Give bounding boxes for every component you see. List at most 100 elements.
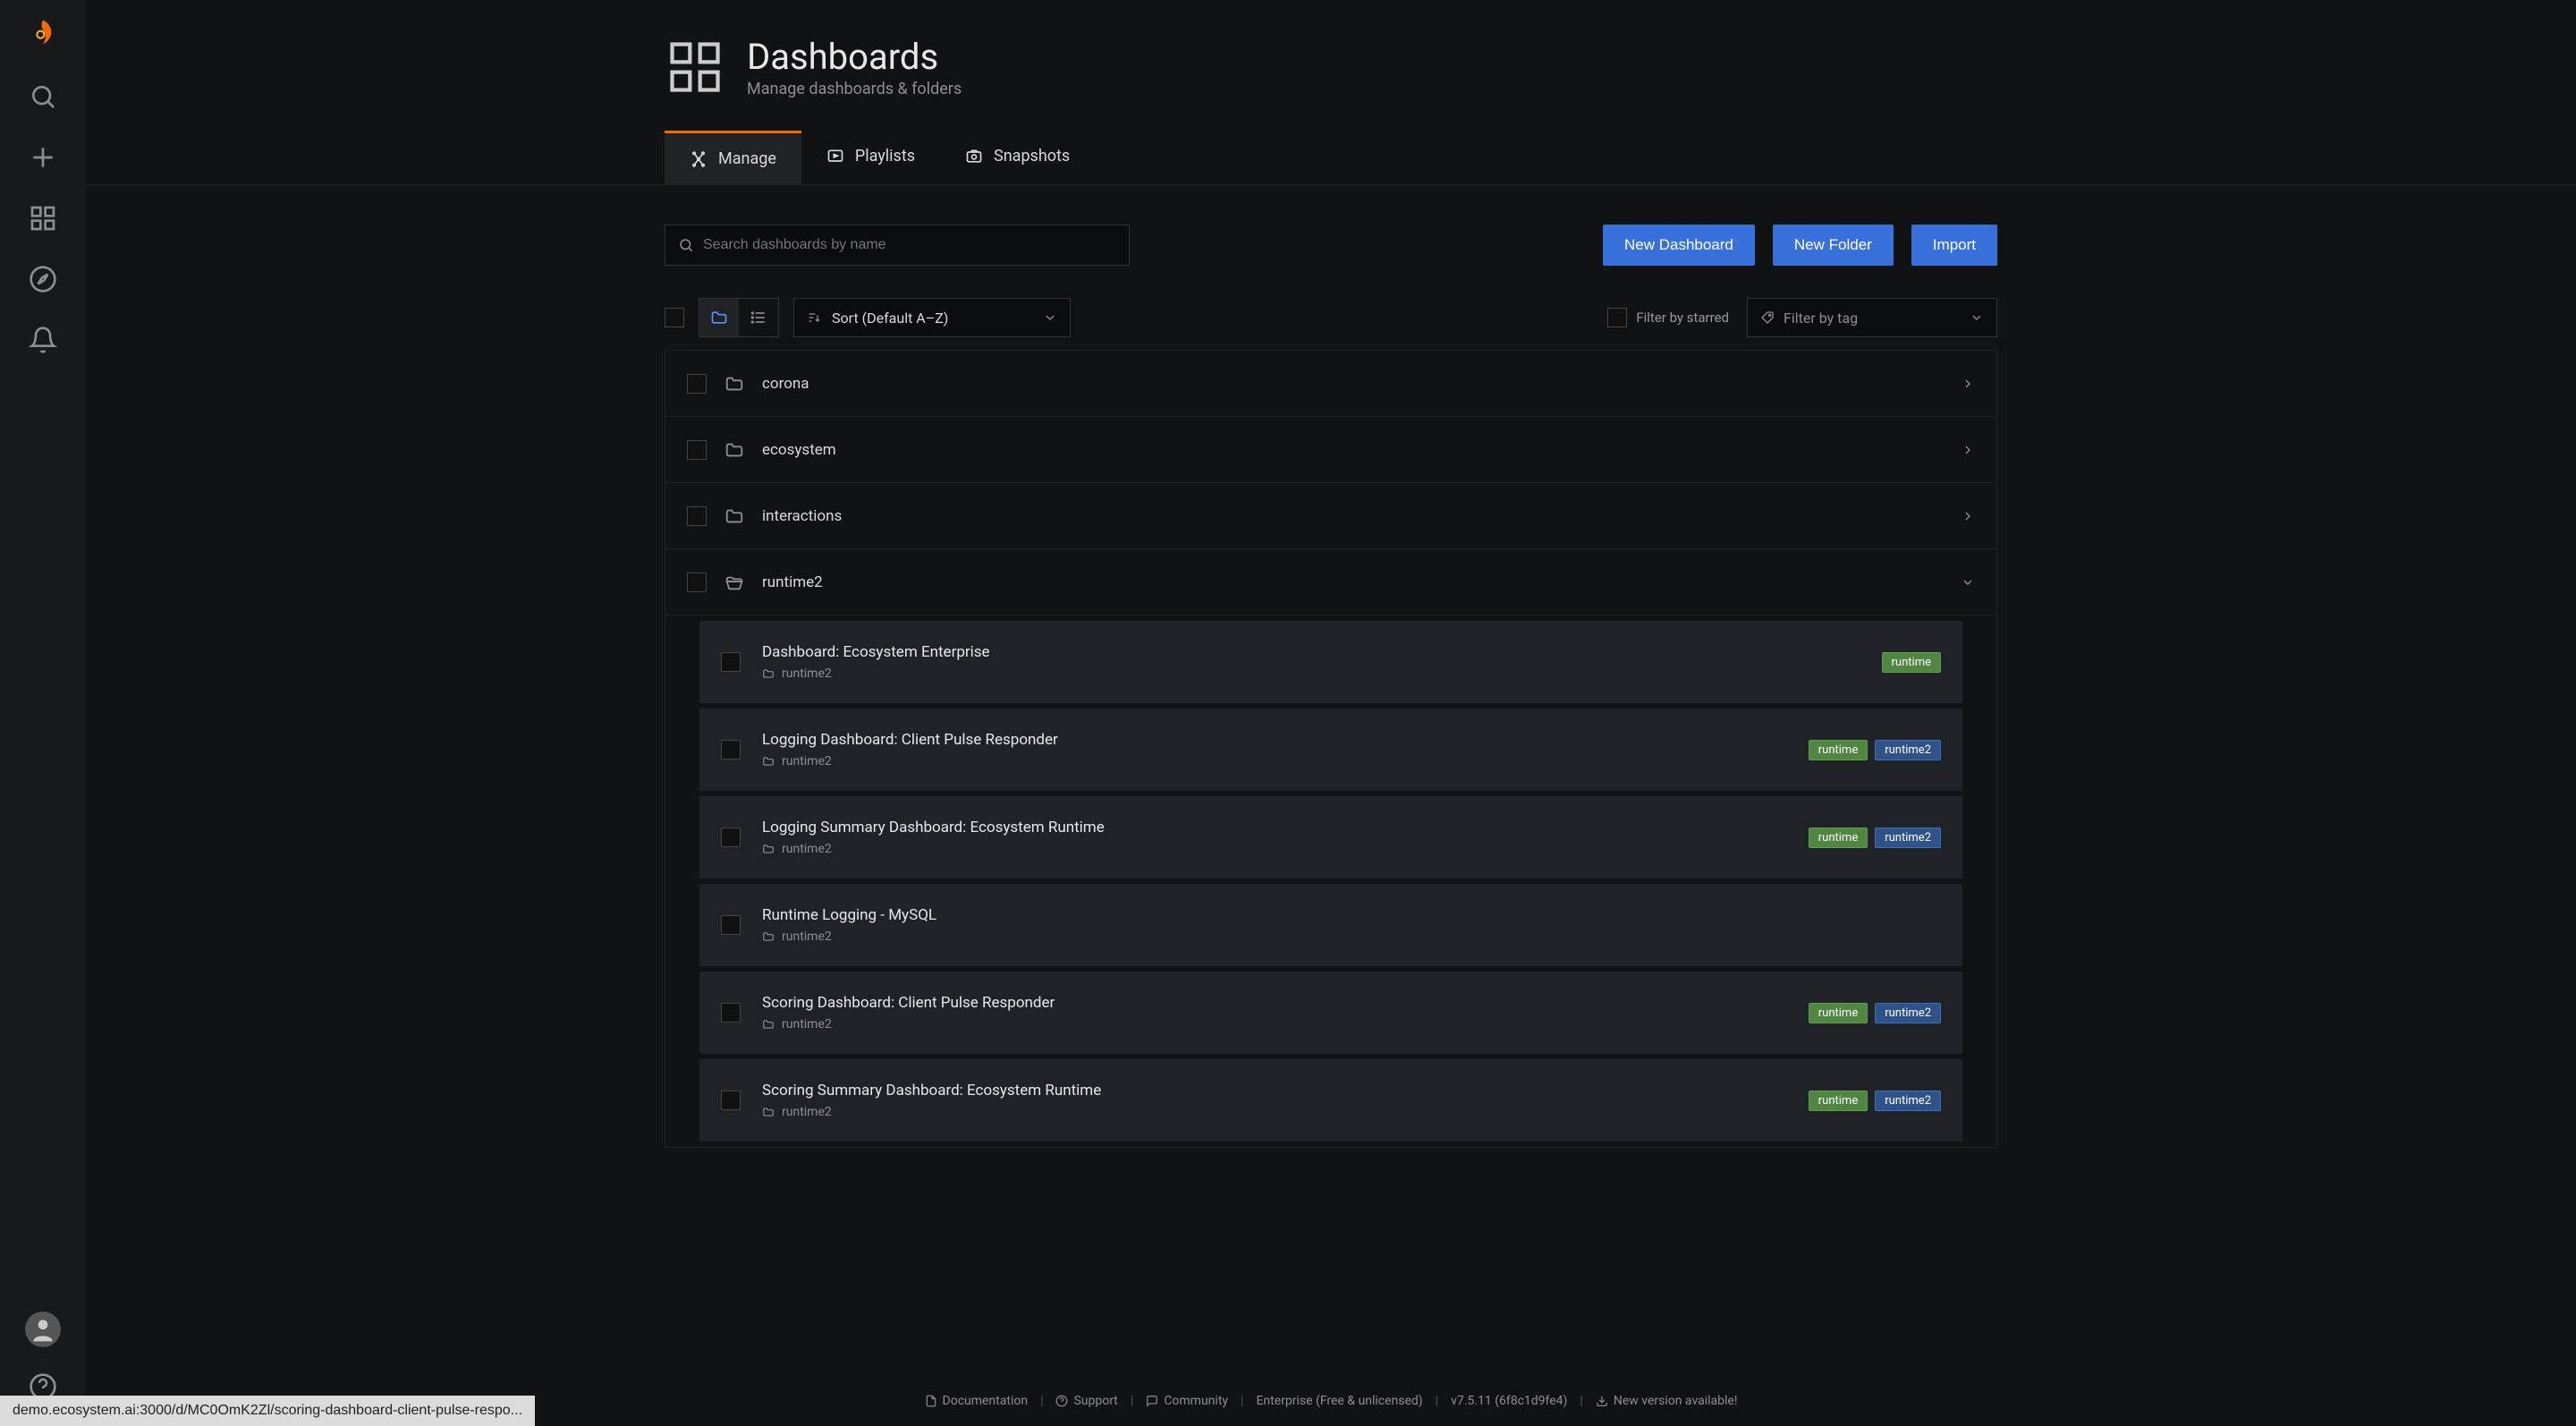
dashboard-tags: runtime xyxy=(1882,652,1941,673)
dashboard-row[interactable]: Scoring Summary Dashboard: Ecosystem Run… xyxy=(699,1059,1962,1142)
tag-badge[interactable]: runtime xyxy=(1809,740,1868,760)
tag-filter-select[interactable]: Filter by tag xyxy=(1747,298,1997,337)
tab-manage-label: Manage xyxy=(718,149,776,168)
folder-checkbox[interactable] xyxy=(687,374,707,394)
explore-nav-icon[interactable] xyxy=(21,258,64,301)
sort-select[interactable]: Sort (Default A–Z) xyxy=(793,298,1071,337)
dashboard-title: Runtime Logging - MySQL xyxy=(762,906,1919,924)
tab-manage[interactable]: Manage xyxy=(665,131,801,184)
dashboard-folder-label: runtime2 xyxy=(762,1105,1787,1119)
footer-docs[interactable]: Documentation xyxy=(925,1394,1029,1408)
create-nav-icon[interactable] xyxy=(21,136,64,179)
folder-icon xyxy=(710,309,728,327)
tag-badge[interactable]: runtime2 xyxy=(1875,1003,1941,1023)
dashboard-checkbox[interactable] xyxy=(721,915,741,935)
filter-starred[interactable]: Filter by starred xyxy=(1607,308,1729,327)
tag-badge[interactable]: runtime2 xyxy=(1875,828,1941,848)
dashboard-list: corona ecosystem interactions xyxy=(665,350,1997,1148)
sidebar xyxy=(0,0,86,1426)
tab-playlists-label: Playlists xyxy=(855,147,915,166)
dashboard-row[interactable]: Logging Dashboard: Client Pulse Responde… xyxy=(699,709,1962,791)
dashboard-folder-label: runtime2 xyxy=(762,842,1787,856)
view-list-toggle[interactable] xyxy=(739,299,778,336)
dashboard-tags: runtime runtime2 xyxy=(1809,740,1941,760)
dashboard-folder-label: runtime2 xyxy=(762,754,1787,768)
folder-icon xyxy=(724,374,744,394)
dashboard-tags: runtime runtime2 xyxy=(1809,1003,1941,1023)
url-status-tooltip: demo.ecosystem.ai:3000/d/MC0OmK2Zl/scori… xyxy=(0,1396,535,1426)
folder-name: corona xyxy=(762,375,809,393)
new-folder-button[interactable]: New Folder xyxy=(1773,225,1894,266)
dashboards-nav-icon[interactable] xyxy=(21,197,64,240)
search-input-wrapper[interactable] xyxy=(665,225,1130,266)
dashboard-row[interactable]: Logging Summary Dashboard: Ecosystem Run… xyxy=(699,796,1962,879)
dashboard-title: Logging Summary Dashboard: Ecosystem Run… xyxy=(762,819,1787,836)
import-button[interactable]: Import xyxy=(1911,225,1997,266)
dashboard-row[interactable]: Runtime Logging - MySQL runtime2 xyxy=(699,884,1962,966)
view-folder-toggle[interactable] xyxy=(699,299,739,336)
folder-row[interactable]: ecosystem xyxy=(665,417,1996,483)
tag-filter-placeholder: Filter by tag xyxy=(1784,310,1858,327)
tab-snapshots-label: Snapshots xyxy=(994,147,1070,166)
search-nav-icon[interactable] xyxy=(21,75,64,118)
folder-icon xyxy=(724,440,744,460)
dashboard-title: Logging Dashboard: Client Pulse Responde… xyxy=(762,731,1787,749)
dashboard-checkbox[interactable] xyxy=(721,740,741,760)
tabs: Manage Playlists Snapshots xyxy=(665,131,1997,184)
dashboard-title: Scoring Summary Dashboard: Ecosystem Run… xyxy=(762,1082,1787,1099)
select-all-checkbox[interactable] xyxy=(665,308,684,327)
filter-starred-label: Filter by starred xyxy=(1636,310,1729,326)
footer-support[interactable]: Support xyxy=(1055,1394,1117,1408)
tab-snapshots[interactable]: Snapshots xyxy=(940,131,1095,184)
tag-badge[interactable]: runtime2 xyxy=(1875,740,1941,760)
dashboard-folder-label: runtime2 xyxy=(762,929,1919,944)
search-input[interactable] xyxy=(703,237,1116,253)
folder-open-icon xyxy=(724,573,744,592)
tab-playlists[interactable]: Playlists xyxy=(801,131,940,184)
tag-badge[interactable]: runtime xyxy=(1809,1003,1868,1023)
tag-badge[interactable]: runtime xyxy=(1809,1091,1868,1111)
sort-label: Sort (Default A–Z) xyxy=(832,310,948,327)
footer-version: v7.5.11 (6f8c1d9fe4) xyxy=(1451,1394,1567,1408)
footer-new-version[interactable]: New version available! xyxy=(1596,1394,1738,1408)
search-icon xyxy=(678,237,694,253)
dashboard-tags: runtime runtime2 xyxy=(1809,1091,1941,1111)
dashboard-checkbox[interactable] xyxy=(721,1091,741,1110)
folder-name: ecosystem xyxy=(762,441,836,459)
grafana-logo[interactable] xyxy=(25,14,61,50)
page-subtitle: Manage dashboards & folders xyxy=(747,80,962,98)
chevron-right-icon xyxy=(1961,509,1975,523)
dashboard-title: Dashboard: Ecosystem Enterprise xyxy=(762,643,1860,661)
folder-name: runtime2 xyxy=(762,573,823,591)
dashboard-checkbox[interactable] xyxy=(721,1003,741,1023)
dashboards-header-icon xyxy=(665,37,725,98)
tag-badge[interactable]: runtime xyxy=(1882,652,1941,673)
dashboard-title: Scoring Dashboard: Client Pulse Responde… xyxy=(762,994,1787,1012)
footer-enterprise: Enterprise (Free & unlicensed) xyxy=(1256,1394,1422,1408)
folder-name: interactions xyxy=(762,507,842,525)
page-title: Dashboards xyxy=(747,36,962,78)
chevron-right-icon xyxy=(1961,377,1975,391)
dashboard-row[interactable]: Dashboard: Ecosystem Enterpriseruntime2r… xyxy=(699,621,1962,703)
user-avatar[interactable] xyxy=(25,1311,61,1347)
tag-badge[interactable]: runtime2 xyxy=(1875,1091,1941,1111)
sort-icon xyxy=(807,310,821,325)
tag-badge[interactable]: runtime xyxy=(1809,828,1868,848)
folder-row-expanded[interactable]: runtime2 xyxy=(665,549,1996,615)
chevron-down-icon xyxy=(1970,310,1984,325)
alerting-nav-icon[interactable] xyxy=(21,318,64,361)
folder-row[interactable]: corona xyxy=(665,351,1996,417)
filter-starred-checkbox[interactable] xyxy=(1607,308,1627,327)
folder-checkbox[interactable] xyxy=(687,573,707,592)
dashboard-checkbox[interactable] xyxy=(721,828,741,847)
chevron-right-icon xyxy=(1961,443,1975,457)
new-dashboard-button[interactable]: New Dashboard xyxy=(1603,225,1755,266)
folder-row[interactable]: interactions xyxy=(665,483,1996,549)
dashboard-checkbox[interactable] xyxy=(721,652,741,672)
folder-checkbox[interactable] xyxy=(687,506,707,526)
view-toggle xyxy=(699,298,779,337)
folder-checkbox[interactable] xyxy=(687,440,707,460)
footer-community[interactable]: Community xyxy=(1146,1394,1228,1408)
folder-icon xyxy=(724,506,744,526)
dashboard-row[interactable]: Scoring Dashboard: Client Pulse Responde… xyxy=(699,972,1962,1054)
